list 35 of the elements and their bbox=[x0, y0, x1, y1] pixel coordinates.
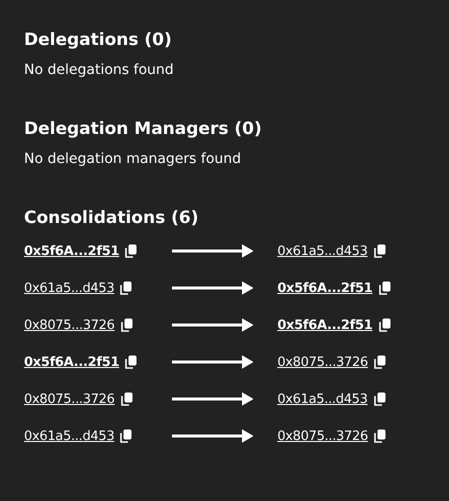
copy-icon[interactable] bbox=[374, 392, 386, 406]
copy-icon[interactable] bbox=[120, 318, 133, 332]
arrow-icon bbox=[172, 429, 254, 443]
arrow-icon bbox=[172, 318, 254, 332]
copy-icon[interactable] bbox=[120, 429, 132, 443]
arrow-icon bbox=[172, 244, 254, 258]
section-title: Consolidations (6) bbox=[24, 208, 200, 228]
copy-icon[interactable] bbox=[374, 244, 386, 258]
copy-icon[interactable] bbox=[378, 318, 390, 332]
address-link[interactable]: 0x61a5...d453 bbox=[24, 428, 114, 444]
address-link[interactable]: 0x8075...3726 bbox=[277, 354, 368, 370]
address-link[interactable]: 0x8075...3726 bbox=[24, 318, 115, 332]
address-link[interactable]: 0x8075...3726 bbox=[24, 392, 115, 406]
address-link[interactable]: 0x5f6A...2f51 bbox=[277, 280, 372, 296]
copy-icon[interactable] bbox=[374, 355, 386, 369]
section-title: Delegation Managers (0) bbox=[24, 119, 263, 139]
address-link[interactable]: 0x61a5...d453 bbox=[277, 392, 368, 406]
copy-icon[interactable] bbox=[120, 392, 133, 406]
arrow-icon bbox=[172, 281, 254, 295]
address-link[interactable]: 0x61a5...d453 bbox=[24, 280, 114, 296]
address-link[interactable]: 0x61a5...d453 bbox=[277, 244, 368, 258]
empty-message: No delegations found bbox=[24, 62, 175, 78]
address-link[interactable]: 0x5f6A...2f51 bbox=[24, 244, 120, 258]
arrow-icon bbox=[172, 355, 254, 369]
copy-icon[interactable] bbox=[125, 355, 138, 369]
copy-icon[interactable] bbox=[374, 429, 386, 443]
copy-icon[interactable] bbox=[378, 281, 390, 295]
copy-icon[interactable] bbox=[125, 244, 138, 258]
address-link[interactable]: 0x8075...3726 bbox=[277, 428, 368, 444]
address-link[interactable]: 0x5f6A...2f51 bbox=[277, 318, 372, 332]
address-link[interactable]: 0x5f6A...2f51 bbox=[24, 354, 120, 370]
copy-icon[interactable] bbox=[120, 281, 132, 295]
section-title: Delegations (0) bbox=[24, 30, 173, 50]
empty-message: No delegation managers found bbox=[24, 151, 242, 167]
arrow-icon bbox=[172, 392, 254, 406]
